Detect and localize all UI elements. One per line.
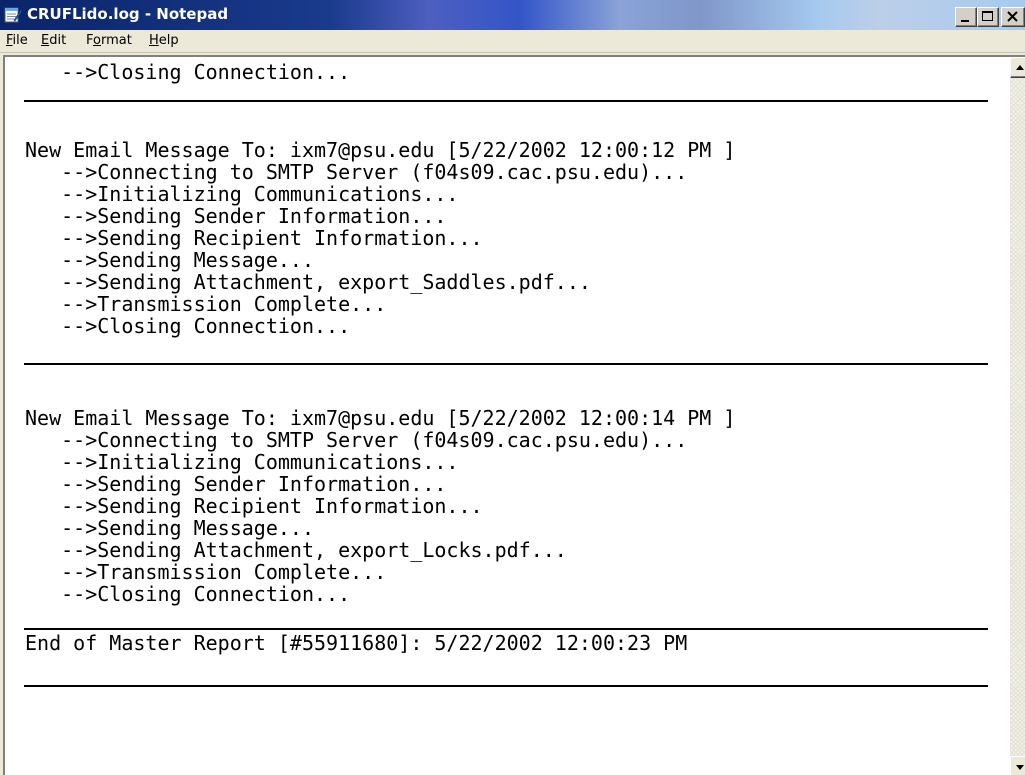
minimize-icon [961, 20, 969, 22]
title-bar[interactable]: CRUFLido.log - Notepad [0, 0, 1025, 30]
log-line: -->Transmission Complete... [25, 292, 387, 316]
log-line: New Email Message To: ixm7@psu.edu [5/22… [25, 406, 736, 430]
log-line: New Email Message To: ixm7@psu.edu [5/22… [25, 138, 736, 162]
log-line: -->Closing Connection... [25, 314, 351, 338]
close-icon [1007, 11, 1018, 22]
menu-bar: File Edit Format Help [0, 30, 1025, 53]
notepad-icon [4, 7, 22, 23]
menu-edit[interactable]: Edit [41, 33, 66, 48]
notepad-window: CRUFLido.log - Notepad File Edit Format … [0, 0, 1025, 775]
maximize-button[interactable] [977, 7, 999, 27]
menu-help[interactable]: Help [149, 33, 179, 48]
separator-line [24, 363, 988, 365]
menu-file[interactable]: File [6, 33, 28, 48]
log-line: -->Closing Connection... [25, 60, 351, 84]
window-title: CRUFLido.log - Notepad [27, 5, 229, 23]
scroll-down-arrow-icon [1016, 765, 1024, 770]
log-line: End of Master Report [#55911680]: 5/22/2… [25, 631, 688, 655]
separator-line [24, 100, 988, 102]
minimize-button[interactable] [955, 7, 977, 27]
log-line: -->Sending Message... [25, 248, 314, 272]
document-text[interactable]: -->Closing Connection... New Email Messa… [5, 57, 1010, 775]
scroll-up-button[interactable] [1010, 57, 1025, 78]
log-line: -->Sending Sender Information... [25, 472, 447, 496]
log-line: -->Sending Recipient Information... [25, 494, 483, 518]
log-line: -->Sending Attachment, export_Saddles.pd… [25, 270, 591, 294]
text-editor[interactable]: -->Closing Connection... New Email Messa… [3, 55, 1025, 775]
scroll-up-arrow-icon [1016, 65, 1024, 70]
close-button[interactable] [1001, 7, 1025, 27]
log-line: -->Sending Recipient Information... [25, 226, 483, 250]
log-line: -->Sending Sender Information... [25, 204, 447, 228]
log-line: -->Connecting to SMTP Server (f04s09.cac… [25, 160, 688, 184]
vertical-scrollbar[interactable] [1010, 57, 1025, 775]
log-line: -->Sending Attachment, export_Locks.pdf.… [25, 538, 567, 562]
log-line: -->Initializing Communications... [25, 182, 459, 206]
log-line: -->Closing Connection... [25, 582, 351, 606]
scroll-down-button[interactable] [1010, 756, 1025, 775]
menu-format[interactable]: Format [86, 33, 132, 48]
separator-line [24, 685, 988, 687]
separator-line [24, 628, 988, 630]
log-line: -->Connecting to SMTP Server (f04s09.cac… [25, 428, 688, 452]
maximize-icon [982, 11, 993, 21]
log-line: -->Transmission Complete... [25, 560, 387, 584]
client-area: -->Closing Connection... New Email Messa… [0, 53, 1025, 775]
log-line: -->Initializing Communications... [25, 450, 459, 474]
log-line: -->Sending Message... [25, 516, 314, 540]
